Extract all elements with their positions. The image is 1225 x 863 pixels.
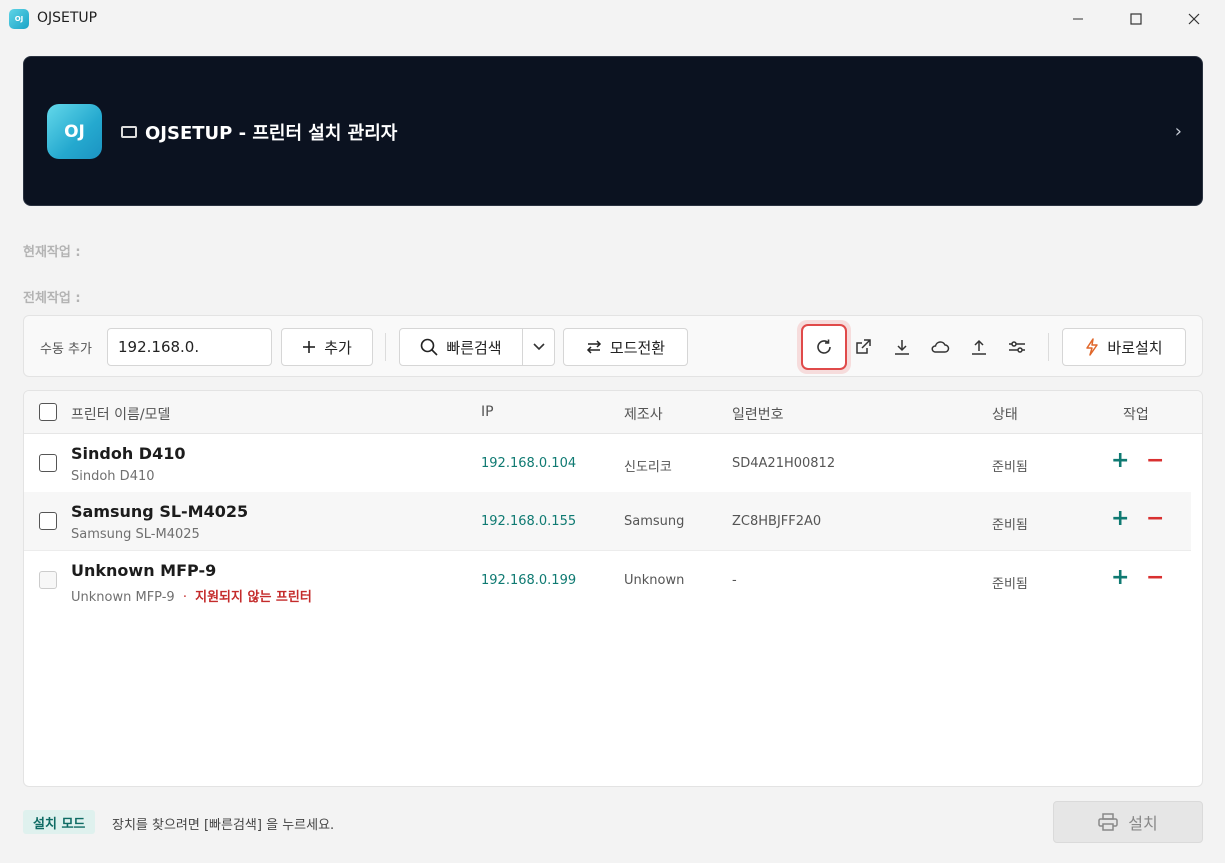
printer-serial: ZC8HBJFF2A0 xyxy=(732,514,822,529)
printer-icon xyxy=(121,126,137,138)
maximize-button[interactable] xyxy=(1107,0,1165,38)
install-button-label: 설치 xyxy=(1128,814,1158,833)
header-name: 프린터 이름/모델 xyxy=(71,407,171,423)
quick-search-label: 빠른검색 xyxy=(446,338,502,357)
banner-title-wrap: OJSETUP - 프린터 설치 관리자 xyxy=(121,119,397,145)
ip-input[interactable] xyxy=(107,328,272,366)
footer-hint: 장치를 찾으려면 [빠른검색] 을 누르세요. xyxy=(112,818,335,833)
refresh-icon xyxy=(817,339,831,354)
mode-switch-button[interactable]: 모드전환 xyxy=(563,328,688,366)
printer-ip: 192.168.0.104 xyxy=(481,456,577,471)
row-checkbox-disabled xyxy=(39,571,57,589)
printer-name: Sindoh D410 xyxy=(71,444,186,463)
chevron-right-icon[interactable]: › xyxy=(1175,121,1182,142)
printer-maker: 신도리코 xyxy=(624,460,672,475)
header-banner[interactable]: OJ OJSETUP - 프린터 설치 관리자 › xyxy=(23,56,1203,206)
table-row[interactable]: Samsung SL-M4025 Samsung SL-M4025 192.16… xyxy=(24,492,1191,551)
remove-printer-button[interactable]: − xyxy=(1146,450,1164,472)
header-action: 작업 xyxy=(1123,407,1149,423)
app-icon: OJ xyxy=(9,9,29,29)
quick-install-button[interactable]: 바로설치 xyxy=(1062,328,1186,366)
table-header: 프린터 이름/모델 IP 제조사 일련번호 상태 작업 xyxy=(24,391,1202,434)
printer-name: Unknown MFP-9 xyxy=(71,561,217,580)
mode-switch-label: 모드전환 xyxy=(609,338,666,357)
printer-state: 준비됨 xyxy=(992,460,1028,475)
row-checkbox[interactable] xyxy=(39,454,57,472)
printer-model-line: Unknown MFP-9 · 지원되지 않는 프린터 xyxy=(71,586,312,605)
title-bar: OJ OJSETUP xyxy=(0,0,1225,38)
window-title: OJSETUP xyxy=(37,10,98,26)
table-row[interactable]: Sindoh D410 Sindoh D410 192.168.0.104 신도… xyxy=(24,434,1191,493)
minimize-icon xyxy=(1073,18,1083,20)
divider xyxy=(1048,333,1049,361)
divider xyxy=(385,333,386,361)
toolbar: 수동 추가 추가 빠른검색 모드전환 바로설치 xyxy=(23,315,1203,377)
quick-search-button[interactable]: 빠른검색 xyxy=(399,328,523,366)
printer-icon xyxy=(1098,813,1119,831)
cloud-icon xyxy=(931,341,950,353)
printer-table: 프린터 이름/모델 IP 제조사 일련번호 상태 작업 Sindoh D410 … xyxy=(23,390,1203,787)
banner-title: OJSETUP - 프린터 설치 관리자 xyxy=(145,123,398,144)
remove-printer-button[interactable]: − xyxy=(1146,508,1164,530)
close-icon xyxy=(1188,13,1200,25)
printer-ip: 192.168.0.199 xyxy=(481,573,577,588)
add-printer-button[interactable]: + xyxy=(1111,508,1129,530)
printer-serial: - xyxy=(732,573,737,588)
maximize-icon xyxy=(1130,13,1142,25)
header-ip: IP xyxy=(481,404,494,420)
quick-install-label: 바로설치 xyxy=(1107,338,1163,357)
printer-state: 준비됨 xyxy=(992,518,1028,533)
printer-state: 준비됨 xyxy=(992,577,1028,592)
printer-name: Samsung SL-M4025 xyxy=(71,502,249,521)
printer-serial: SD4A21H00812 xyxy=(732,456,836,471)
upload-button[interactable] xyxy=(966,334,992,360)
unsupported-label: 지원되지 않는 프린터 xyxy=(195,590,312,605)
printer-maker: Unknown xyxy=(624,573,685,588)
add-button-label: 추가 xyxy=(324,338,352,357)
printer-ip: 192.168.0.155 xyxy=(481,514,577,529)
settings-button[interactable] xyxy=(1004,334,1030,360)
minimize-button[interactable] xyxy=(1049,0,1107,38)
plus-icon xyxy=(303,341,316,353)
external-link-icon xyxy=(856,339,871,354)
mode-badge: 설치 모드 xyxy=(23,810,96,834)
cloud-button[interactable] xyxy=(927,334,953,360)
download-button[interactable] xyxy=(889,334,915,360)
refresh-button[interactable] xyxy=(801,324,847,370)
search-icon xyxy=(421,338,438,356)
header-state: 상태 xyxy=(992,407,1018,423)
close-button[interactable] xyxy=(1165,0,1223,38)
printer-maker: Samsung xyxy=(624,514,685,529)
printer-model: Samsung SL-M4025 xyxy=(71,527,200,542)
remove-printer-button[interactable]: − xyxy=(1146,567,1164,589)
row-checkbox[interactable] xyxy=(39,512,57,530)
current-task-label: 현재작업 : xyxy=(23,245,81,260)
app-logo: OJ xyxy=(47,104,102,159)
download-icon xyxy=(895,340,909,355)
printer-model: Sindoh D410 xyxy=(71,469,155,484)
chevron-down-icon xyxy=(532,343,545,351)
header-maker: 제조사 xyxy=(624,407,663,423)
total-task-label: 전체작업 : xyxy=(23,291,81,306)
export-button[interactable] xyxy=(850,334,876,360)
add-printer-button[interactable]: + xyxy=(1111,450,1129,472)
quick-search-dropdown[interactable] xyxy=(522,328,555,366)
select-all-checkbox[interactable] xyxy=(39,403,57,421)
add-printer-button[interactable]: + xyxy=(1111,567,1129,589)
add-button[interactable]: 추가 xyxy=(281,328,373,366)
model-separator: · xyxy=(182,590,187,605)
sliders-icon xyxy=(1009,341,1025,353)
install-button[interactable]: 설치 xyxy=(1053,801,1203,843)
printer-model: Unknown MFP-9 xyxy=(71,590,175,605)
upload-icon xyxy=(972,339,986,355)
swap-icon xyxy=(586,340,601,354)
header-serial: 일련번호 xyxy=(732,407,784,423)
manual-add-label: 수동 추가 xyxy=(40,342,92,357)
lightning-icon xyxy=(1086,338,1099,356)
table-row[interactable]: Unknown MFP-9 Unknown MFP-9 · 지원되지 않는 프린… xyxy=(24,551,1191,610)
